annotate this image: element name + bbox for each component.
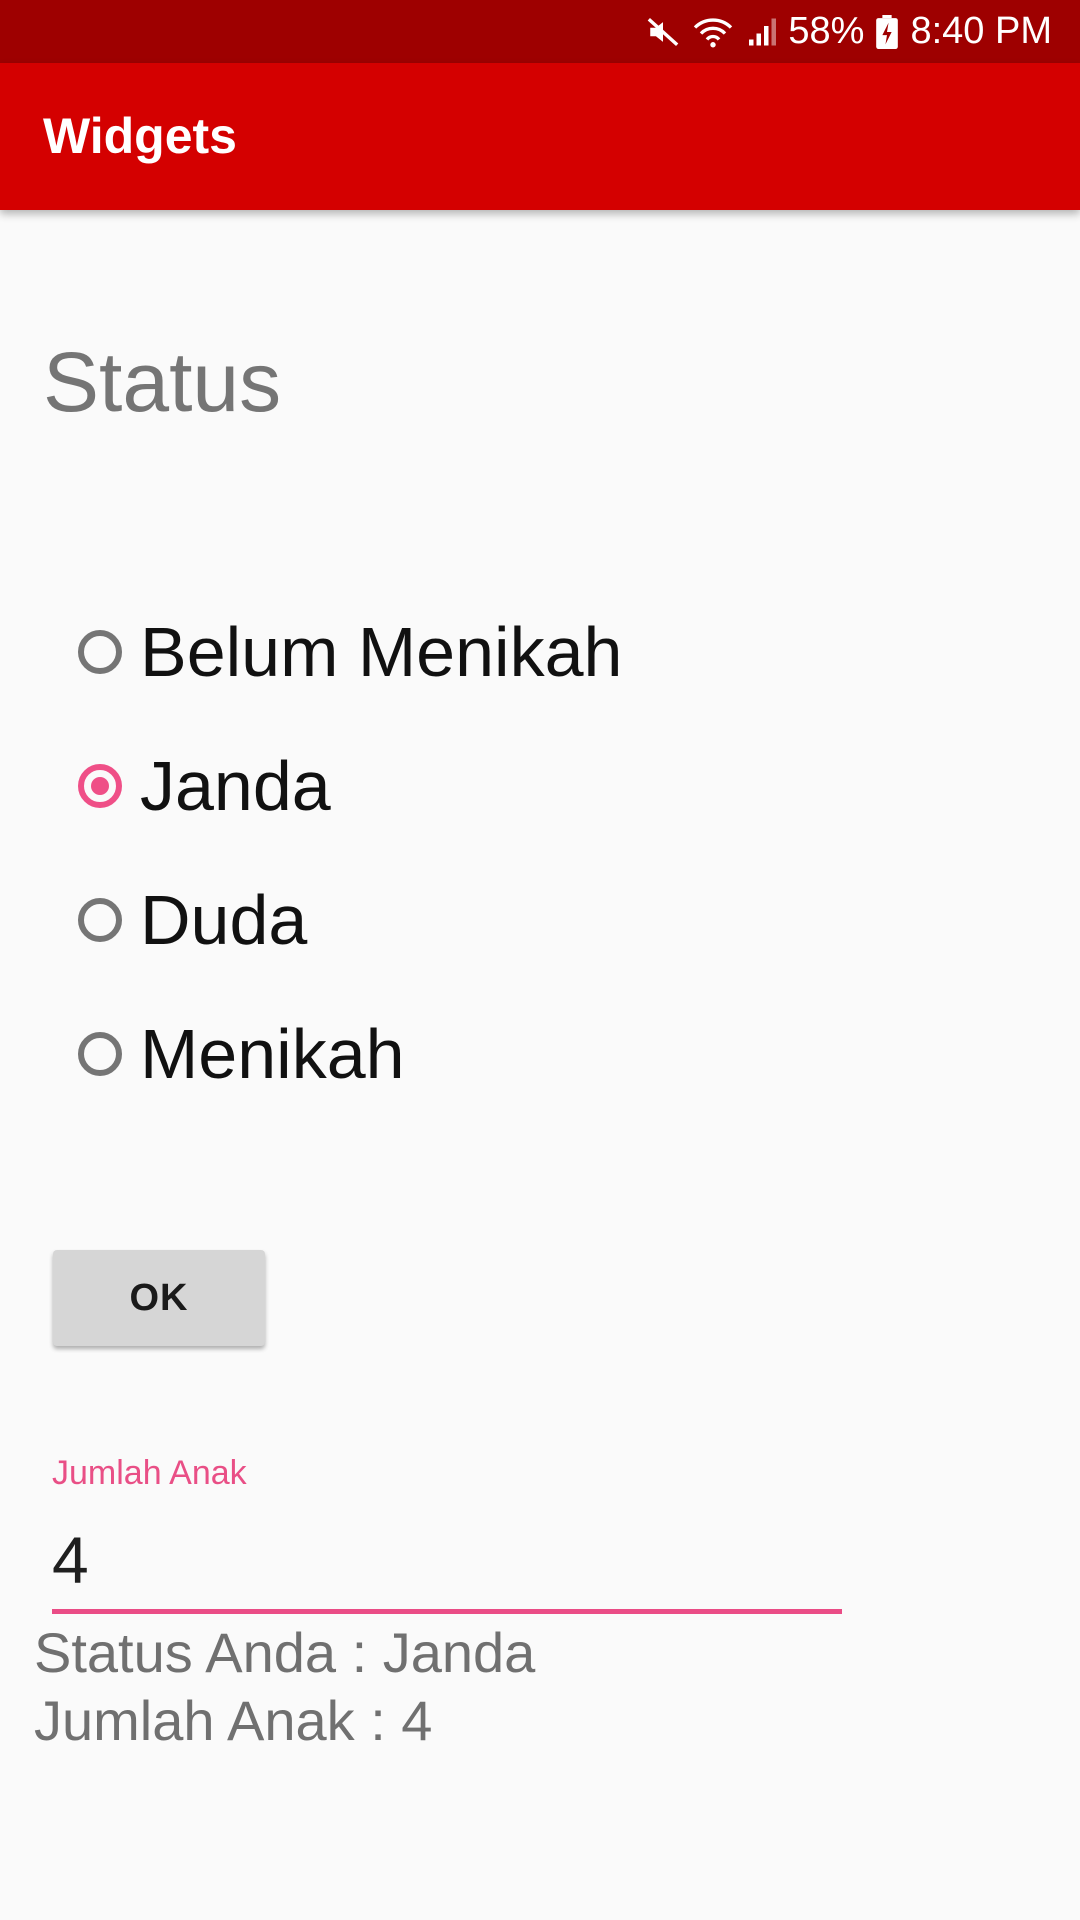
input-underline xyxy=(52,1609,842,1614)
status-heading: Status xyxy=(43,335,282,429)
radio-button-unchecked[interactable] xyxy=(78,1032,122,1076)
radio-belum-menikah[interactable]: Belum Menikah xyxy=(78,585,622,719)
ok-button[interactable]: OK xyxy=(53,1250,265,1346)
radio-label: Duda xyxy=(140,881,308,959)
mute-icon xyxy=(646,15,680,49)
status-bar: 58% 8:40 PM xyxy=(0,0,1080,63)
radio-button-unchecked[interactable] xyxy=(78,630,122,674)
wifi-icon xyxy=(692,15,734,49)
signal-icon xyxy=(746,15,777,49)
app-bar: Widgets xyxy=(0,63,1080,210)
jumlah-anak-input[interactable]: 4 xyxy=(52,1522,89,1598)
radio-label: Belum Menikah xyxy=(140,613,623,691)
radio-menikah[interactable]: Menikah xyxy=(78,987,622,1121)
radio-button-unchecked[interactable] xyxy=(78,898,122,942)
battery-icon xyxy=(876,14,899,49)
app-title: Widgets xyxy=(43,108,237,164)
result-children-text: Jumlah Anak : 4 xyxy=(34,1689,433,1752)
radio-label: Menikah xyxy=(140,1015,405,1093)
battery-percent: 58% xyxy=(788,10,865,52)
status-icons: 58% 8:40 PM xyxy=(646,0,1052,63)
radio-button-checked[interactable] xyxy=(78,764,122,808)
result-status-text: Status Anda : Janda xyxy=(34,1621,536,1684)
status-radio-group: Belum Menikah Janda Duda Menikah xyxy=(78,585,622,1121)
radio-janda[interactable]: Janda xyxy=(78,719,622,853)
radio-label: Janda xyxy=(140,747,331,825)
clock: 8:40 PM xyxy=(910,10,1052,52)
jumlah-anak-label: Jumlah Anak xyxy=(52,1454,247,1492)
radio-duda[interactable]: Duda xyxy=(78,853,622,987)
